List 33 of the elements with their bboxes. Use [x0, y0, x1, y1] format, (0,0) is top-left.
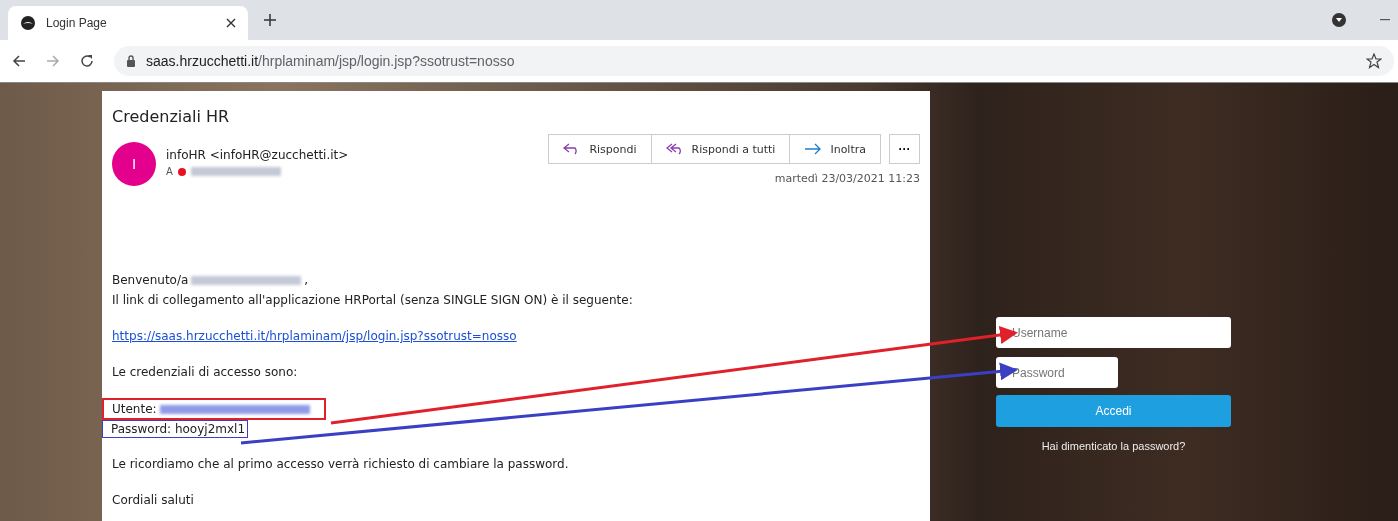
close-icon[interactable]	[226, 18, 236, 28]
email-subject: Credenziali HR	[112, 107, 231, 126]
body-text: Le ricordiamo che al primo accesso verrà richiesto di cambiare la password.	[112, 456, 569, 473]
sender: infoHR <infoHR@zucchetti.it>	[166, 148, 349, 162]
forward-arrow-icon	[804, 143, 823, 155]
body-text: Le credenziali di accesso sono:	[112, 364, 298, 381]
status-dot-icon	[177, 167, 186, 176]
password-field[interactable]: Password	[996, 357, 1118, 388]
logo-icon	[20, 15, 36, 31]
minimize-icon[interactable]	[1380, 19, 1390, 21]
avatar: I	[112, 142, 156, 186]
more-button[interactable]: ···	[889, 134, 920, 164]
login-link[interactable]: https://saas.hrzucchetti.it/hrplaminam/jsp/login.jsp?ssotrust=nosso	[112, 326, 517, 346]
star-icon[interactable]	[1366, 53, 1382, 69]
username-field[interactable]: Username	[996, 317, 1231, 348]
body-text: Password: hooyj2mxl1	[102, 420, 249, 438]
lock-icon	[126, 55, 136, 67]
email-date: martedì 23/03/2021 11:23	[774, 172, 920, 185]
url-path: /hrplaminam/jsp/login.jsp?ssotrust=nosso	[258, 53, 515, 69]
profile-icon[interactable]	[1332, 13, 1346, 27]
body-text: Benvenuto/a	[112, 272, 189, 289]
reply-all-icon	[665, 143, 684, 155]
reload-icon[interactable]	[80, 54, 94, 68]
address-bar[interactable]: saas.hrzucchetti.it/hrplaminam/jsp/login.jsp?ssotrust=nosso	[114, 46, 1394, 76]
body-text: ,	[304, 272, 309, 289]
browser-tab[interactable]: Login Page	[8, 6, 248, 40]
body-text: Utente:	[112, 401, 157, 418]
to-label: A	[166, 166, 173, 177]
forgot-password-link[interactable]: Hai dimenticato la password?	[1041, 440, 1186, 452]
new-tab-icon[interactable]	[264, 14, 276, 26]
back-icon[interactable]	[12, 54, 26, 68]
body-text: Il link di collegamento all'applicazione HRPortal (senza SINGLE SIGN ON) è il seguente:	[112, 292, 633, 309]
body-text: Cordiali saluti	[112, 492, 194, 509]
